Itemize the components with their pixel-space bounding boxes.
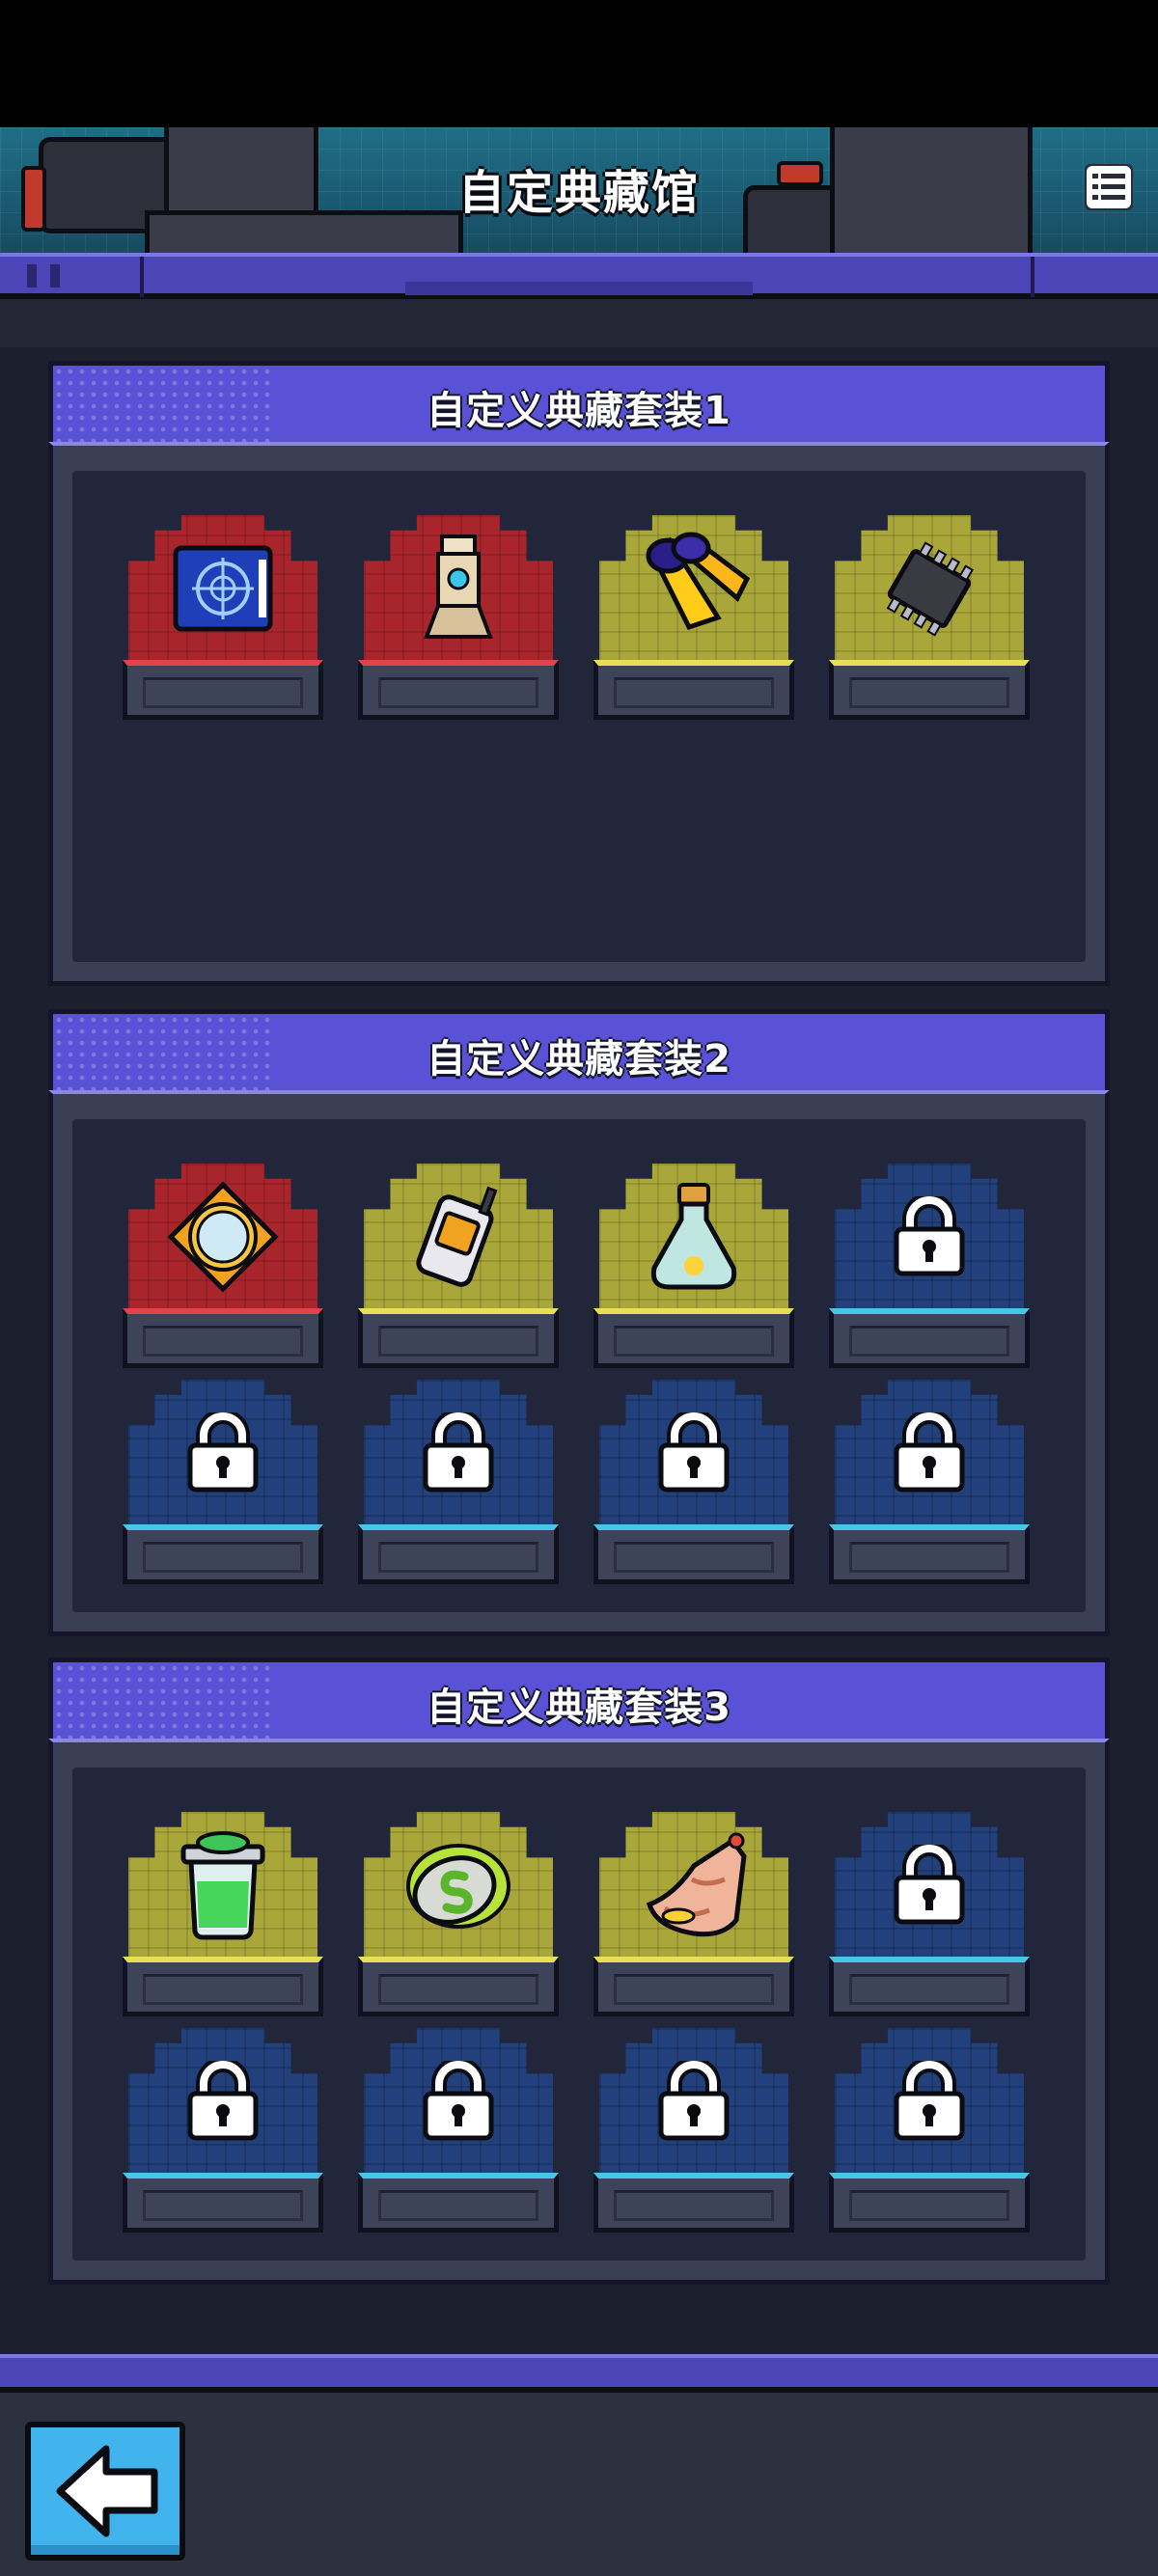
back-arrow-icon [56, 2445, 158, 2537]
header: 自定典藏馆 [0, 127, 1158, 253]
section-header: 自定义典藏套装1 [48, 361, 1110, 442]
blueprint-icon [170, 540, 276, 641]
section-body [48, 442, 1110, 986]
page-title: 自定典藏馆 [457, 166, 700, 220]
golden-mirror-icon [165, 1179, 281, 1299]
firefly-jar-icon [641, 1179, 747, 1299]
locked-slot[interactable] [123, 1380, 323, 1586]
footer-strip [0, 2354, 1158, 2393]
locked-slot[interactable] [593, 2028, 794, 2234]
collection-slot[interactable] [829, 515, 1030, 722]
locked-slot[interactable] [829, 1380, 1030, 1586]
strip-divider [140, 257, 144, 297]
lock-icon [655, 2057, 732, 2146]
collection-slot[interactable] [123, 515, 323, 722]
slot-grid [72, 471, 1086, 962]
slot-grid [72, 1119, 1086, 1612]
lock-icon [655, 1409, 732, 1497]
collection-slot[interactable] [593, 1812, 794, 2018]
strip-inner [405, 282, 753, 295]
collection-slot[interactable] [123, 1812, 323, 2018]
robot-statue-icon [415, 531, 502, 650]
section-title: 自定义典藏套装2 [427, 1037, 731, 1082]
lock-icon [891, 1192, 968, 1281]
lock-icon [891, 2057, 968, 2146]
microchip-icon [876, 535, 982, 645]
section-body [48, 1739, 1110, 2285]
locked-slot[interactable] [358, 1380, 559, 1586]
collection-slot[interactable] [358, 515, 559, 722]
locked-slot[interactable] [829, 2028, 1030, 2234]
lock-icon [184, 1409, 262, 1497]
collection-slot[interactable] [593, 515, 794, 722]
swim-fins-icon [631, 531, 757, 650]
green-slime-jar-icon [170, 1827, 276, 1947]
slime-soap-icon [400, 1832, 516, 1942]
collection-slot[interactable] [123, 1164, 323, 1370]
lock-icon [420, 1409, 497, 1497]
collection-set-1: 自定义典藏套装1 [48, 361, 1110, 986]
locked-slot[interactable] [829, 1164, 1030, 1370]
section-title: 自定义典藏套装1 [427, 389, 731, 433]
section-title: 自定义典藏套装3 [427, 1685, 731, 1730]
lock-icon [891, 1409, 968, 1497]
list-menu-icon [1087, 166, 1131, 208]
section-header: 自定义典藏套装3 [48, 1658, 1110, 1739]
menu-button[interactable] [1085, 164, 1133, 210]
lock-icon [184, 2057, 262, 2146]
back-button[interactable] [25, 2422, 185, 2561]
locked-slot[interactable] [358, 2028, 559, 2234]
lock-icon [891, 1841, 968, 1930]
conch-shell-icon [636, 1827, 752, 1947]
status-bar [0, 0, 1158, 127]
slot-grid [72, 1768, 1086, 2261]
collection-slot[interactable] [358, 1812, 559, 2018]
locked-slot[interactable] [829, 1812, 1030, 2018]
collection-slot[interactable] [593, 1164, 794, 1370]
strip-notch [50, 264, 60, 288]
section-body [48, 1090, 1110, 1636]
collection-set-2: 自定义典藏套装2 [48, 1009, 1110, 1636]
header-strip [0, 253, 1158, 299]
locked-slot[interactable] [593, 1380, 794, 1586]
locked-slot[interactable] [123, 2028, 323, 2234]
walkie-talkie-icon [400, 1179, 516, 1299]
collection-set-3: 自定义典藏套装3 [48, 1658, 1110, 2285]
sub-band [0, 299, 1158, 347]
collection-slot[interactable] [358, 1164, 559, 1370]
strip-divider [1031, 257, 1034, 297]
section-header: 自定义典藏套装2 [48, 1009, 1110, 1090]
strip-notch [27, 264, 37, 288]
lock-icon [420, 2057, 497, 2146]
